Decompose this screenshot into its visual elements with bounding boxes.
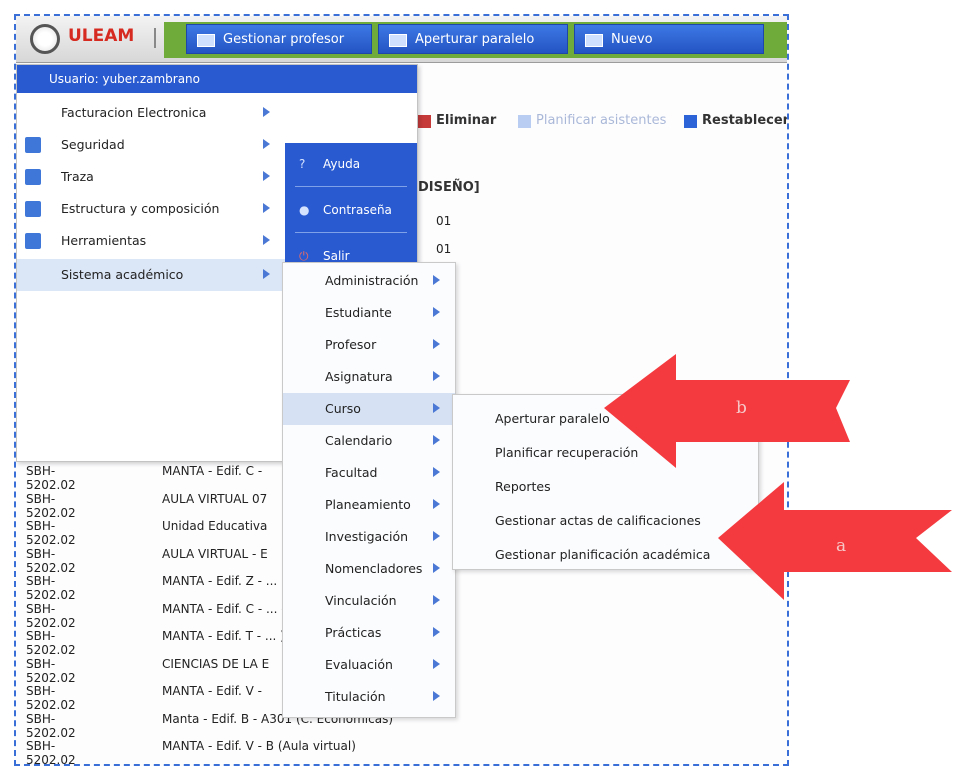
chevron-right-icon — [433, 371, 440, 381]
divider — [154, 28, 156, 48]
submenu-item-curso[interactable]: Curso — [283, 393, 455, 425]
menu-item-facturacion[interactable]: Facturacion Electronica — [17, 97, 285, 129]
submenu-item-evaluacion[interactable]: Evaluación — [283, 649, 455, 681]
menu-item-aperturar-paralelo[interactable]: Aperturar paralelo — [495, 411, 610, 426]
submenu-item-investigacion[interactable]: Investigación — [283, 521, 455, 553]
submenu-item-calendario[interactable]: Calendario — [283, 425, 455, 457]
structure-icon — [25, 201, 41, 217]
chevron-right-icon — [433, 339, 440, 349]
menu-item-seguridad[interactable]: Seguridad — [17, 129, 285, 161]
calendar-icon — [518, 115, 531, 128]
chevron-right-icon — [263, 171, 270, 181]
menu-item-herramientas[interactable]: Herramientas — [17, 225, 285, 257]
ayuda-button[interactable]: ? Ayuda — [285, 143, 417, 187]
menu-item-gestionar-actas[interactable]: Gestionar actas de calificaciones — [495, 513, 701, 528]
chevron-right-icon — [433, 659, 440, 669]
chevron-right-icon — [433, 467, 440, 477]
submenu-item-facultad[interactable]: Facultad — [283, 457, 455, 489]
chevron-right-icon — [433, 691, 440, 701]
trace-icon — [25, 169, 41, 185]
chevron-right-icon — [433, 307, 440, 317]
menu-item-traza[interactable]: Traza — [17, 161, 285, 193]
arrow-a-annotation — [718, 482, 952, 600]
nuevo-button[interactable]: Nuevo — [574, 24, 764, 54]
refresh-icon — [684, 115, 697, 128]
sistema-academico-submenu: Administración Estudiante Profesor Asign… — [282, 262, 456, 718]
chevron-right-icon — [433, 435, 440, 445]
annotation-label-a: a — [836, 536, 847, 556]
chevron-right-icon — [263, 203, 270, 213]
left-arrow-shape — [718, 482, 952, 600]
user-header: Usuario: yuber.zambrano — [17, 65, 417, 93]
tools-icon — [25, 233, 41, 249]
submenu-item-administracion[interactable]: Administración — [283, 265, 455, 297]
menu-item-estructura[interactable]: Estructura y composición — [17, 193, 285, 225]
chevron-right-icon — [433, 531, 440, 541]
submenu-item-asignatura[interactable]: Asignatura — [283, 361, 455, 393]
lock-icon — [25, 137, 41, 153]
annotation-label-b: b — [736, 398, 747, 418]
chevron-right-icon — [433, 403, 440, 413]
key-icon: ● — [299, 203, 310, 217]
left-arrow-shape — [604, 354, 850, 468]
top-bar: ULEAM Gestionar profesor Aperturar paral… — [16, 16, 787, 63]
uleam-logo-icon — [30, 24, 60, 54]
chevron-right-icon — [263, 107, 270, 117]
chevron-right-icon — [263, 269, 270, 279]
submenu-item-practicas[interactable]: Prácticas — [283, 617, 455, 649]
divider — [295, 232, 407, 233]
submenu-item-planeamiento[interactable]: Planeamiento — [283, 489, 455, 521]
divider — [295, 186, 407, 187]
chevron-right-icon — [433, 595, 440, 605]
aperturar-paralelo-button[interactable]: Aperturar paralelo — [378, 24, 568, 54]
planificar-asistentes-button[interactable]: Planificar asistentes — [518, 113, 666, 128]
arrow-b-annotation — [604, 354, 850, 468]
grid-fragment: 01 — [436, 242, 452, 256]
chevron-right-icon — [433, 499, 440, 509]
delete-icon — [418, 115, 431, 128]
grid-title: DISEÑO] — [418, 180, 480, 195]
gestionar-profesor-button[interactable]: Gestionar profesor — [186, 24, 372, 54]
chevron-right-icon — [433, 627, 440, 637]
window-icon — [389, 34, 407, 47]
chevron-right-icon — [263, 139, 270, 149]
menu-item-gestionar-planificacion[interactable]: Gestionar planificación académica — [495, 547, 710, 562]
window-icon — [197, 34, 215, 47]
menu-item-sistema-academico[interactable]: Sistema académico — [17, 259, 285, 291]
submenu-item-vinculacion[interactable]: Vinculación — [283, 585, 455, 617]
restablecer-button[interactable]: Restablecer — [684, 113, 787, 128]
brand-name: ULEAM — [68, 26, 135, 46]
chevron-right-icon — [263, 235, 270, 245]
submenu-item-titulacion[interactable]: Titulación — [283, 681, 455, 713]
help-icon: ? — [299, 157, 306, 171]
contrasena-button[interactable]: ● Contraseña — [285, 189, 417, 233]
menu-item-reportes[interactable]: Reportes — [495, 479, 551, 494]
chevron-right-icon — [433, 275, 440, 285]
submenu-item-nomencladores[interactable]: Nomencladores — [283, 553, 455, 585]
grid-fragment: 01 — [436, 214, 452, 228]
chevron-right-icon — [433, 563, 440, 573]
submenu-item-profesor[interactable]: Profesor — [283, 329, 455, 361]
window-icon — [585, 34, 603, 47]
eliminar-button[interactable]: Eliminar — [418, 113, 496, 128]
submenu-item-estudiante[interactable]: Estudiante — [283, 297, 455, 329]
